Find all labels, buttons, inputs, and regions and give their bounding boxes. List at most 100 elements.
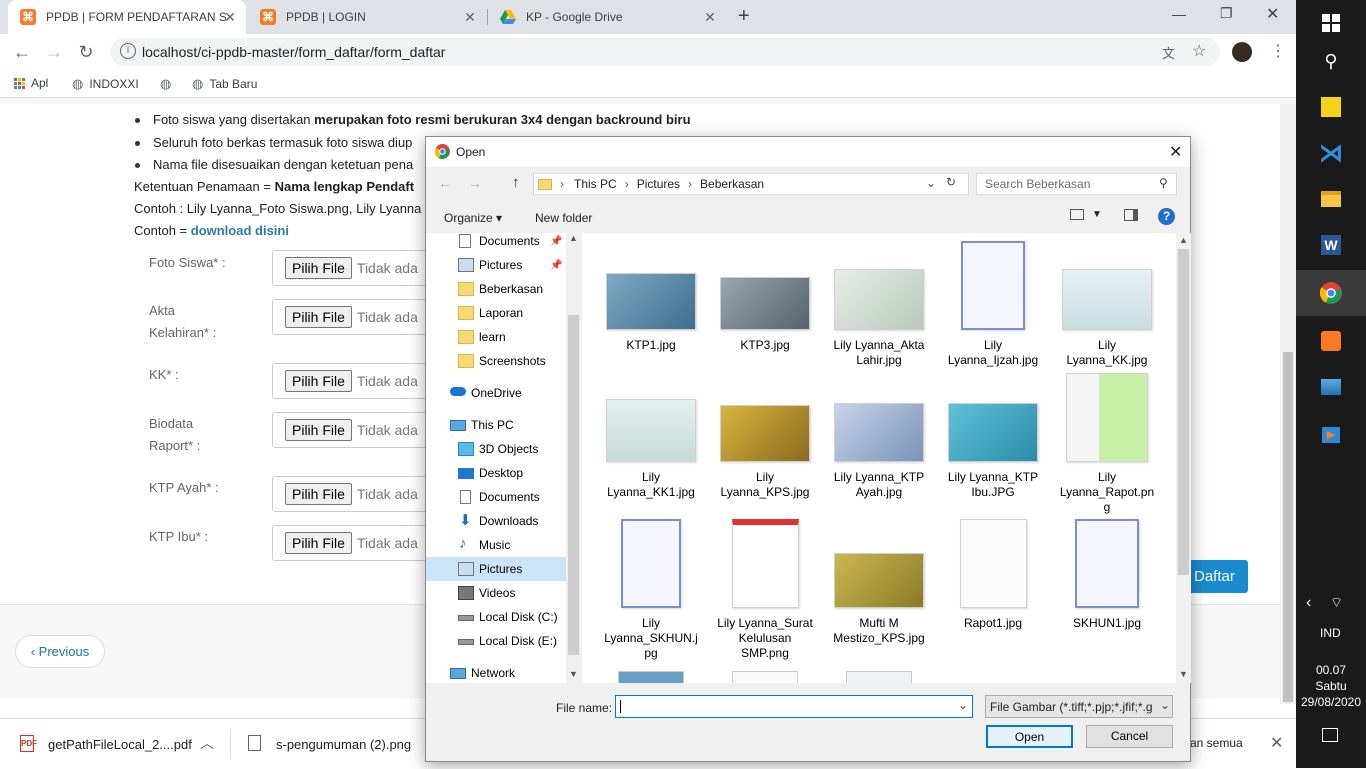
download-item[interactable]: PDF getPathFileLocal_2....pdf ︿ [0, 719, 230, 769]
close-window-icon[interactable]: ✕ [1266, 4, 1279, 24]
up-arrow-icon[interactable]: ↑ [512, 174, 520, 191]
refresh-icon[interactable]: ↻ [946, 175, 956, 189]
file-item[interactable]: Lily Lyanna_Rapot.pn g [1050, 373, 1164, 515]
file-item[interactable]: Rapot1.jpg [936, 519, 1050, 631]
choose-file-button[interactable]: Pilih File [285, 419, 352, 441]
search-input[interactable]: Search Beberkasan ⚲ [976, 173, 1177, 195]
minimize-icon[interactable]: — [1172, 6, 1186, 22]
file-type-select[interactable]: File Gambar (*.tiff;*.pjp;*.jfif;*.g ⌄ [985, 695, 1173, 718]
preview-pane-icon[interactable] [1124, 209, 1138, 221]
file-item[interactable]: Lily Lyanna_KTP Ibu.JPG [936, 403, 1050, 500]
clock[interactable]: 00.07 Sabtu 29/08/2020 [1296, 662, 1366, 710]
nav-item-music[interactable]: ♪ Music [426, 533, 566, 557]
chevron-down-icon[interactable]: ⌄ [958, 698, 968, 712]
nav-item-beberkasan[interactable]: Beberkasan [426, 277, 566, 301]
file-explorer-icon[interactable] [1296, 176, 1366, 222]
vscode-icon[interactable]: ⋊ [1296, 130, 1366, 176]
choose-file-button[interactable]: Pilih File [285, 257, 352, 279]
forward-icon[interactable]: → [42, 40, 66, 64]
chevron-up-icon[interactable]: ︿ [200, 733, 214, 753]
cancel-button[interactable]: Cancel [1086, 725, 1173, 748]
file-grid-scrollbar[interactable]: ▲ ▼ [1176, 233, 1191, 683]
menu-icon[interactable]: ⋮ [1270, 41, 1286, 61]
language-indicator[interactable]: IND [1320, 626, 1341, 640]
nav-item-screenshots[interactable]: Screenshots [426, 349, 566, 373]
breadcrumb-item[interactable]: Beberkasan [700, 177, 764, 191]
nav-item-this-pc[interactable]: This PC [426, 413, 566, 437]
nav-item-documents[interactable]: Documents [426, 485, 566, 509]
nav-item-desktop[interactable]: Desktop [426, 461, 566, 485]
new-tab-icon[interactable]: + [738, 5, 750, 28]
search-icon[interactable]: ⚲ [1296, 38, 1366, 84]
file-item[interactable]: Lily Lyanna_KPS.jpg [708, 405, 822, 500]
info-icon[interactable]: i [120, 43, 136, 59]
bookmark-tab-baru[interactable]: ◍ Tab Baru [192, 76, 257, 92]
back-arrow-icon[interactable]: ← [438, 175, 452, 191]
previous-button[interactable]: ‹ Previous [15, 635, 105, 668]
file-item[interactable]: Lily Lyanna_KTP Ayah.jpg [822, 403, 936, 500]
new-folder-button[interactable]: New folder [535, 211, 592, 225]
sticky-notes-icon[interactable] [1296, 84, 1366, 130]
choose-file-button[interactable]: Pilih File [285, 306, 352, 328]
show-all-link[interactable]: an semua [1190, 736, 1243, 750]
tab-ppdb-login[interactable]: ⌘ PPDB | LOGIN ✕ [248, 0, 486, 34]
file-item[interactable]: KTP3.jpg [708, 277, 822, 353]
view-options-icon[interactable] [1070, 209, 1084, 220]
help-icon[interactable]: ? [1158, 208, 1175, 225]
file-item[interactable]: Lily Lyanna_KK1.jpg [594, 399, 708, 500]
file-item[interactable]: Lily Lyanna_Ijzah.jpg [936, 241, 1050, 368]
breadcrumb-item[interactable]: Pictures [637, 177, 680, 191]
tab-google-drive[interactable]: KP - Google Drive ✕ [488, 0, 726, 34]
choose-file-button[interactable]: Pilih File [285, 483, 352, 505]
nav-item-onedrive[interactable]: OneDrive [426, 381, 566, 405]
organize-button[interactable]: Organize ▾ [444, 211, 502, 225]
file-item[interactable]: Lily Lyanna_Surat Kelulusan SMP.png [708, 519, 822, 661]
close-download-bar-icon[interactable]: ✕ [1270, 733, 1283, 753]
wifi-icon[interactable]: ⌔ [1330, 594, 1343, 612]
nav-item-videos[interactable]: Videos [426, 581, 566, 605]
download-item[interactable]: s-pengumuman (2).png [232, 719, 432, 769]
nav-item-learn[interactable]: learn [426, 325, 566, 349]
file-item[interactable]: Lily Lyanna_SKHUN.j pg [594, 519, 708, 661]
nav-item-downloads[interactable]: ⬇ Downloads [426, 509, 566, 533]
address-bar[interactable]: i localhost/ci-ppdb-master/form_daftar/f… [110, 38, 1220, 66]
translate-icon[interactable]: 文 [1162, 43, 1175, 62]
bookmark-indoxxi[interactable]: ◍ INDOXXI [72, 76, 139, 92]
nav-scrollbar[interactable]: ▲ ▼ [566, 233, 581, 683]
chevron-left-icon[interactable]: ‹ [1306, 594, 1311, 612]
nav-item-pictures[interactable]: Pictures [426, 557, 566, 581]
close-dialog-icon[interactable]: ✕ [1169, 142, 1182, 162]
chrome-taskbar-icon[interactable] [1296, 270, 1366, 316]
close-tab-icon[interactable]: ✕ [462, 9, 478, 26]
bookmark-apps[interactable]: Apl [14, 76, 48, 90]
avatar[interactable] [1232, 42, 1252, 62]
nav-item-local-disk-c[interactable]: Local Disk (C:) [426, 605, 566, 629]
close-tab-icon[interactable]: ✕ [222, 9, 238, 26]
nav-item-local-disk-e[interactable]: Local Disk (E:) [426, 629, 566, 653]
open-button[interactable]: Open [986, 725, 1073, 748]
xampp-taskbar-icon[interactable] [1296, 318, 1366, 364]
nav-item-network[interactable]: Network [426, 661, 566, 683]
close-tab-icon[interactable]: ✕ [702, 9, 718, 26]
file-item[interactable]: Lily Lyanna_Akta Lahir.jpg [822, 269, 936, 368]
restore-icon[interactable]: ❐ [1220, 5, 1233, 22]
notification-icon[interactable] [1322, 728, 1338, 742]
back-icon[interactable]: ← [10, 40, 34, 64]
choose-file-button[interactable]: Pilih File [285, 370, 352, 392]
bookmark-blank[interactable]: ◍ [160, 76, 171, 92]
path-breadcrumb[interactable]: › This PC › Pictures › Beberkasan ⌄ ↻ [533, 173, 969, 195]
file-item[interactable]: SKHUN1.jpg [1050, 519, 1164, 631]
file-item[interactable]: Mufti M Mestizo_KPS.jpg [822, 553, 936, 646]
reload-icon[interactable]: ↻ [74, 40, 98, 64]
media-player-icon[interactable]: ▶ [1296, 412, 1366, 458]
file-name-input[interactable]: ⌄ [615, 695, 973, 718]
breadcrumb-item[interactable]: This PC [574, 177, 617, 191]
word-icon[interactable]: W [1296, 222, 1366, 268]
forward-arrow-icon[interactable]: → [468, 175, 482, 191]
nav-item-3d-objects[interactable]: 3D Objects [426, 437, 566, 461]
download-link[interactable]: download disini [191, 223, 289, 238]
nav-item-laporan[interactable]: Laporan [426, 301, 566, 325]
nav-item-pictures-pinned[interactable]: Pictures 📌 [426, 253, 566, 277]
page-scrollbar-thumb[interactable] [1283, 352, 1293, 702]
chevron-down-icon[interactable]: ▼ [1092, 209, 1102, 220]
